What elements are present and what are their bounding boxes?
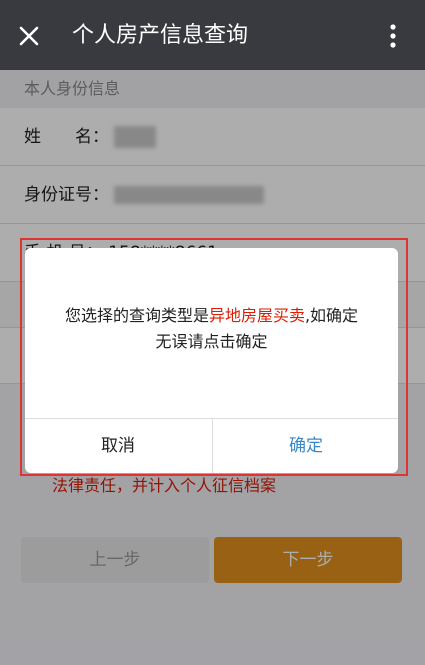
- dialog-message-line2: 无误请点击确定: [155, 332, 268, 351]
- confirm-button[interactable]: 确定: [212, 419, 398, 473]
- dialog-query-type: 异地房屋买卖: [208, 306, 305, 325]
- page-title: 个人房产信息查询: [72, 23, 249, 48]
- dialog-message-suffix: ,如确定: [304, 306, 359, 325]
- confirm-dialog: 您选择的查询类型是异地房屋买卖,如确定 无误请点击确定 取消 确定: [25, 248, 398, 473]
- dialog-message-prefix: 您选择的查询类型是: [64, 306, 209, 325]
- close-icon[interactable]: [10, 17, 48, 55]
- cancel-button[interactable]: 取消: [25, 419, 211, 473]
- top-bar: 个人房产信息查询: [0, 0, 425, 70]
- more-vertical-icon[interactable]: [381, 18, 405, 54]
- dialog-message: 您选择的查询类型是异地房屋买卖,如确定 无误请点击确定: [25, 303, 398, 355]
- dialog-buttons: 取消 确定: [25, 418, 398, 473]
